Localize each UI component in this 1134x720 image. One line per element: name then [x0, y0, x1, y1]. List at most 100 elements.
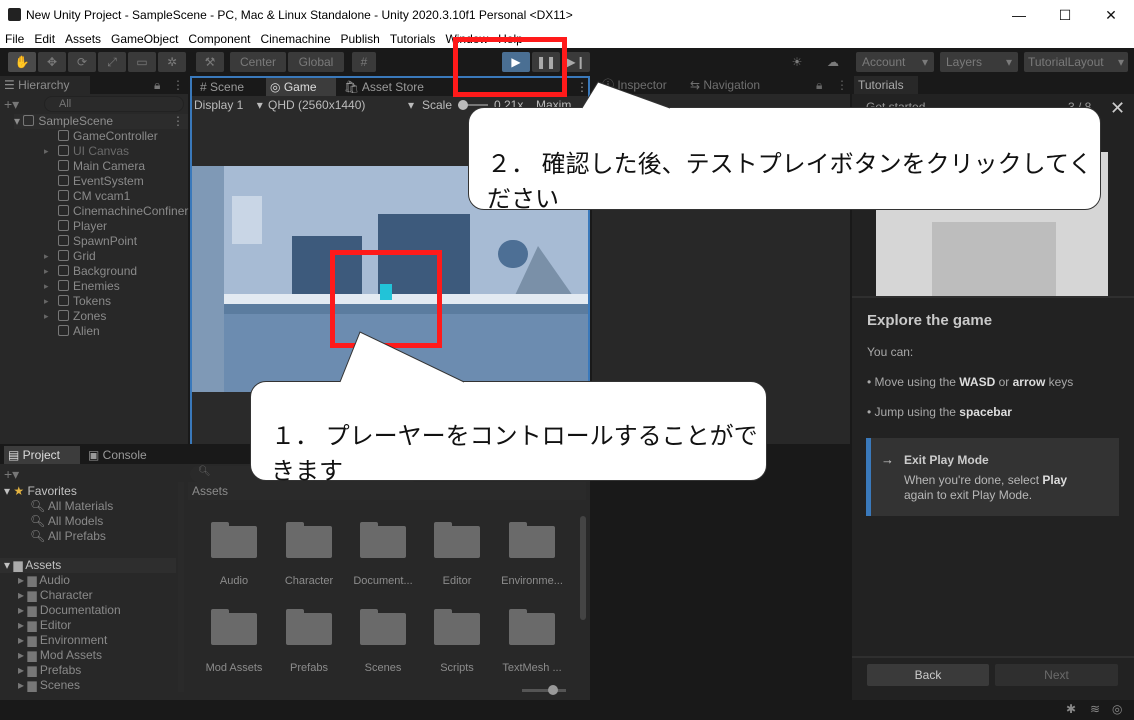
lock-icon[interactable]: 🔒︎ [816, 78, 822, 93]
hierarchy-item[interactable]: Main Camera [48, 159, 145, 174]
tree-scene-row[interactable]: ▾ SampleScene [14, 114, 188, 129]
tab-project[interactable]: ▤ Project [4, 446, 80, 464]
rect-tool-icon[interactable]: ▭ [128, 52, 156, 72]
expand-arrow-icon[interactable]: ▸ [44, 294, 49, 309]
hierarchy-item[interactable]: CM vcam1 [48, 189, 130, 204]
asset-folder-item[interactable]: ▸ ▆ Documentation [18, 603, 121, 618]
zoom-slider-handle[interactable] [548, 685, 558, 695]
hierarchy-item[interactable]: EventSystem [48, 174, 144, 189]
folder-label[interactable]: Editor [417, 575, 497, 587]
hierarchy-item[interactable]: ▸ Grid [44, 249, 96, 264]
hierarchy-item[interactable]: GameController [48, 129, 158, 144]
next-button[interactable]: Next [995, 664, 1118, 686]
expand-arrow-icon[interactable]: ▸ [44, 309, 49, 324]
folder-icon[interactable] [211, 520, 257, 558]
resolution-dropdown[interactable]: QHD (2560x1440) ▾ [268, 98, 414, 112]
folder-icon[interactable] [360, 520, 406, 558]
custom-tool-icon[interactable]: ⚒ [196, 52, 224, 72]
grid-scrollbar[interactable] [580, 516, 586, 620]
check-circle-icon[interactable]: ◎ [1112, 702, 1122, 716]
folder-icon[interactable] [434, 520, 480, 558]
folder-label[interactable]: Prefabs [269, 662, 349, 674]
rotate-tool-icon[interactable]: ⟳ [68, 52, 96, 72]
menu-file[interactable]: File [0, 30, 29, 48]
layout-dropdown[interactable]: TutorialLayout ▾ [1024, 52, 1128, 72]
services-icon[interactable]: ☀ [786, 52, 808, 72]
hierarchy-search-input[interactable] [44, 96, 184, 112]
asset-folder-item[interactable]: ▸ ▆ Character [18, 588, 93, 603]
tab-console[interactable]: ▣ Console [84, 446, 160, 464]
hierarchy-item[interactable]: ▸ Tokens [44, 294, 111, 309]
add-icon[interactable]: +▾ [4, 96, 19, 113]
close-window-button[interactable]: ✕ [1088, 0, 1134, 30]
maximize-button[interactable]: ☐ [1042, 0, 1088, 30]
expand-arrow-icon[interactable]: ▸ [44, 249, 49, 264]
favorite-item[interactable]: 🔍︎ All Models [30, 514, 103, 529]
folder-icon[interactable] [211, 607, 257, 645]
folder-icon[interactable] [509, 607, 555, 645]
menu-publish[interactable]: Publish [336, 30, 385, 48]
folder-label[interactable]: Mod Assets [194, 662, 274, 674]
folder-icon[interactable] [360, 607, 406, 645]
asset-folder-item[interactable]: ▸ ▆ Scenes [18, 678, 80, 693]
tab-hierarchy[interactable]: ☰ Hierarchy [0, 76, 90, 94]
folder-label[interactable]: Scripts [417, 662, 497, 674]
hierarchy-item[interactable]: Alien [48, 324, 100, 339]
more-icon[interactable]: ⋮ [172, 78, 184, 92]
menu-component[interactable]: Component [183, 30, 255, 48]
hierarchy-item[interactable]: ▸ Enemies [44, 279, 120, 294]
tree-scrollbar[interactable] [178, 482, 184, 692]
menu-edit[interactable]: Edit [29, 30, 60, 48]
layers-dropdown[interactable]: Layers ▾ [940, 52, 1018, 72]
menu-cinemachine[interactable]: Cinemachine [255, 30, 335, 48]
lock-icon[interactable]: 🔒︎ [154, 78, 160, 93]
menu-assets[interactable]: Assets [60, 30, 106, 48]
menu-tutorials[interactable]: Tutorials [385, 30, 441, 48]
tab-scene[interactable]: # Scene [196, 78, 266, 96]
zoom-slider[interactable] [522, 689, 566, 692]
add-icon[interactable]: +▾ [4, 466, 19, 483]
transform-tool-icon[interactable]: ✲ [158, 52, 186, 72]
scale-tool-icon[interactable]: ⤢ [98, 52, 126, 72]
hand-tool-icon[interactable]: ✋ [8, 52, 36, 72]
hierarchy-item[interactable]: ▸ UI Canvas [44, 144, 129, 159]
tab-navigation[interactable]: ⇆ Navigation [686, 76, 796, 94]
favorite-item[interactable]: 🔍︎ All Materials [30, 499, 113, 514]
hierarchy-item[interactable]: ▸ Zones [44, 309, 106, 324]
hierarchy-item[interactable]: ▸ Background [44, 264, 137, 279]
more-icon[interactable]: ⋮ [836, 78, 848, 92]
folder-label[interactable]: Environme... [492, 575, 572, 587]
hierarchy-item[interactable]: SpawnPoint [48, 234, 137, 249]
folder-label[interactable]: Audio [194, 575, 274, 587]
folder-icon[interactable] [509, 520, 555, 558]
scene-menu-icon[interactable]: ⋮ [172, 114, 184, 128]
cloud-icon[interactable]: ☁ [822, 52, 844, 72]
asset-folder-item[interactable]: ▸ ▆ Prefabs [18, 663, 81, 678]
folder-label[interactable]: TextMesh ... [492, 662, 572, 674]
folder-icon[interactable] [286, 520, 332, 558]
expand-arrow-icon[interactable]: ▸ [44, 144, 49, 159]
tab-game[interactable]: ◎ Game [266, 78, 336, 96]
tab-asset-store[interactable]: 🛍︎ Asset Store [340, 78, 450, 96]
grid-snap-icon[interactable]: # [352, 52, 376, 72]
pivot-center-button[interactable]: Center [230, 52, 286, 72]
assets-tree-header[interactable]: ▾ ▆ Assets [4, 558, 61, 572]
pivot-global-button[interactable]: Global [288, 52, 344, 72]
hierarchy-item[interactable]: Player [48, 219, 107, 234]
folder-label[interactable]: Character [269, 575, 349, 587]
bug-icon[interactable]: ✱ [1066, 702, 1076, 716]
folder-icon[interactable] [434, 607, 480, 645]
asset-folder-item[interactable]: ▸ ▆ Mod Assets [18, 648, 102, 663]
expand-arrow-icon[interactable]: ▸ [44, 264, 49, 279]
scale-slider-handle[interactable] [458, 100, 468, 110]
asset-folder-item[interactable]: ▸ ▆ Editor [18, 618, 71, 633]
expand-arrow-icon[interactable]: ▸ [44, 279, 49, 294]
layers-icon[interactable]: ≋ [1090, 702, 1100, 716]
close-tutorial-icon[interactable]: ✕ [1110, 98, 1125, 119]
folder-label[interactable]: Scenes [343, 662, 423, 674]
back-button[interactable]: Back [867, 664, 989, 686]
folder-label[interactable]: Document... [343, 575, 423, 587]
hierarchy-item[interactable]: CinemachineConfiner [48, 204, 188, 219]
folder-icon[interactable] [286, 607, 332, 645]
favorite-item[interactable]: 🔍︎ All Prefabs [30, 529, 106, 544]
